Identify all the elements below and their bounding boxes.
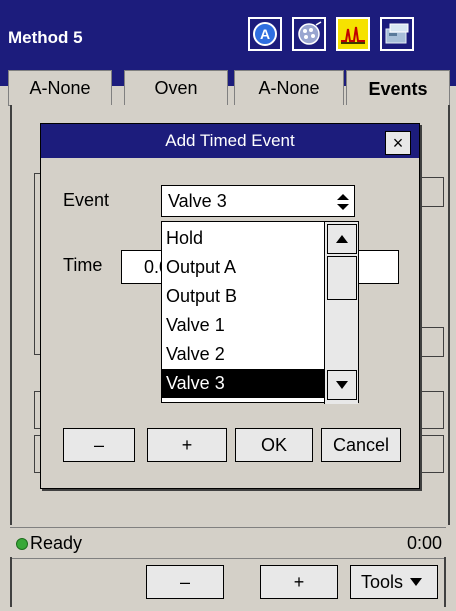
tab-a-none-2[interactable]: A-None xyxy=(234,70,344,106)
tab-a-none-1[interactable]: A-None xyxy=(8,70,112,106)
tab-oven[interactable]: Oven xyxy=(124,70,228,106)
scroll-thumb[interactable] xyxy=(327,256,357,300)
app-window: Method 5 A A-None Oven A-None Events Add… xyxy=(0,0,456,611)
tools-menu-button[interactable]: Tools xyxy=(350,565,438,599)
close-icon: × xyxy=(392,132,404,153)
event-select[interactable]: Valve 3 xyxy=(161,185,355,217)
time-label: Time xyxy=(63,255,103,275)
toolbar-plus-button[interactable]: + xyxy=(260,565,338,599)
status-text: Ready xyxy=(30,533,83,553)
tab-row: A-None Oven A-None Events xyxy=(4,70,452,108)
chromatogram-icon[interactable] xyxy=(336,17,370,51)
increment-button[interactable]: + xyxy=(147,428,227,462)
autosampler-icon[interactable]: A xyxy=(248,17,282,51)
close-button[interactable]: × xyxy=(385,131,411,155)
option-valve-1[interactable]: Valve 1 xyxy=(162,311,326,340)
arrow-down-icon xyxy=(336,381,348,389)
detector-icon[interactable] xyxy=(292,17,326,51)
right-button-edge-1[interactable] xyxy=(420,391,444,429)
option-valve-2[interactable]: Valve 2 xyxy=(162,340,326,369)
option-hold[interactable]: Hold xyxy=(162,224,326,253)
elapsed-time: 0:00 xyxy=(406,533,442,553)
status-bar: Ready 0:00 xyxy=(10,527,446,559)
right-button-edge-2[interactable] xyxy=(420,435,444,473)
tab-events[interactable]: Events xyxy=(346,70,450,108)
cancel-button[interactable]: Cancel xyxy=(321,428,401,462)
option-output-a[interactable]: Output A xyxy=(162,253,326,282)
option-valve-3[interactable]: Valve 3 xyxy=(162,369,326,398)
svg-text:A: A xyxy=(260,26,270,42)
add-timed-event-dialog: Add Timed Event × Event Valve 3 Time 0.0… xyxy=(40,123,420,489)
toolbar-minus-button[interactable]: – xyxy=(146,565,224,599)
list-scroll-up-button[interactable] xyxy=(420,177,444,207)
list-scroll-down-button[interactable] xyxy=(420,327,444,357)
bottom-toolbar: – + Tools xyxy=(10,557,446,607)
event-select-value: Valve 3 xyxy=(168,190,227,211)
method-title: Method 5 xyxy=(8,28,83,47)
event-label: Event xyxy=(63,190,110,210)
option-output-b[interactable]: Output B xyxy=(162,282,326,311)
arrow-up-icon xyxy=(336,235,348,243)
dropdown-scrollbar[interactable] xyxy=(324,222,358,404)
tools-label: Tools xyxy=(361,571,404,592)
event-dropdown-list[interactable]: Hold Output A Output B Valve 1 Valve 2 V… xyxy=(161,221,359,404)
updown-arrow-icon xyxy=(336,192,350,215)
scroll-down-button[interactable] xyxy=(327,370,357,400)
instrument-icon[interactable] xyxy=(380,17,414,51)
dialog-title: Add Timed Event xyxy=(41,124,419,158)
ok-button[interactable]: OK xyxy=(235,428,313,462)
chevron-down-icon xyxy=(410,578,423,586)
scroll-up-button[interactable] xyxy=(327,224,357,254)
decrement-button[interactable]: – xyxy=(63,428,135,462)
ready-indicator-icon xyxy=(16,538,28,550)
